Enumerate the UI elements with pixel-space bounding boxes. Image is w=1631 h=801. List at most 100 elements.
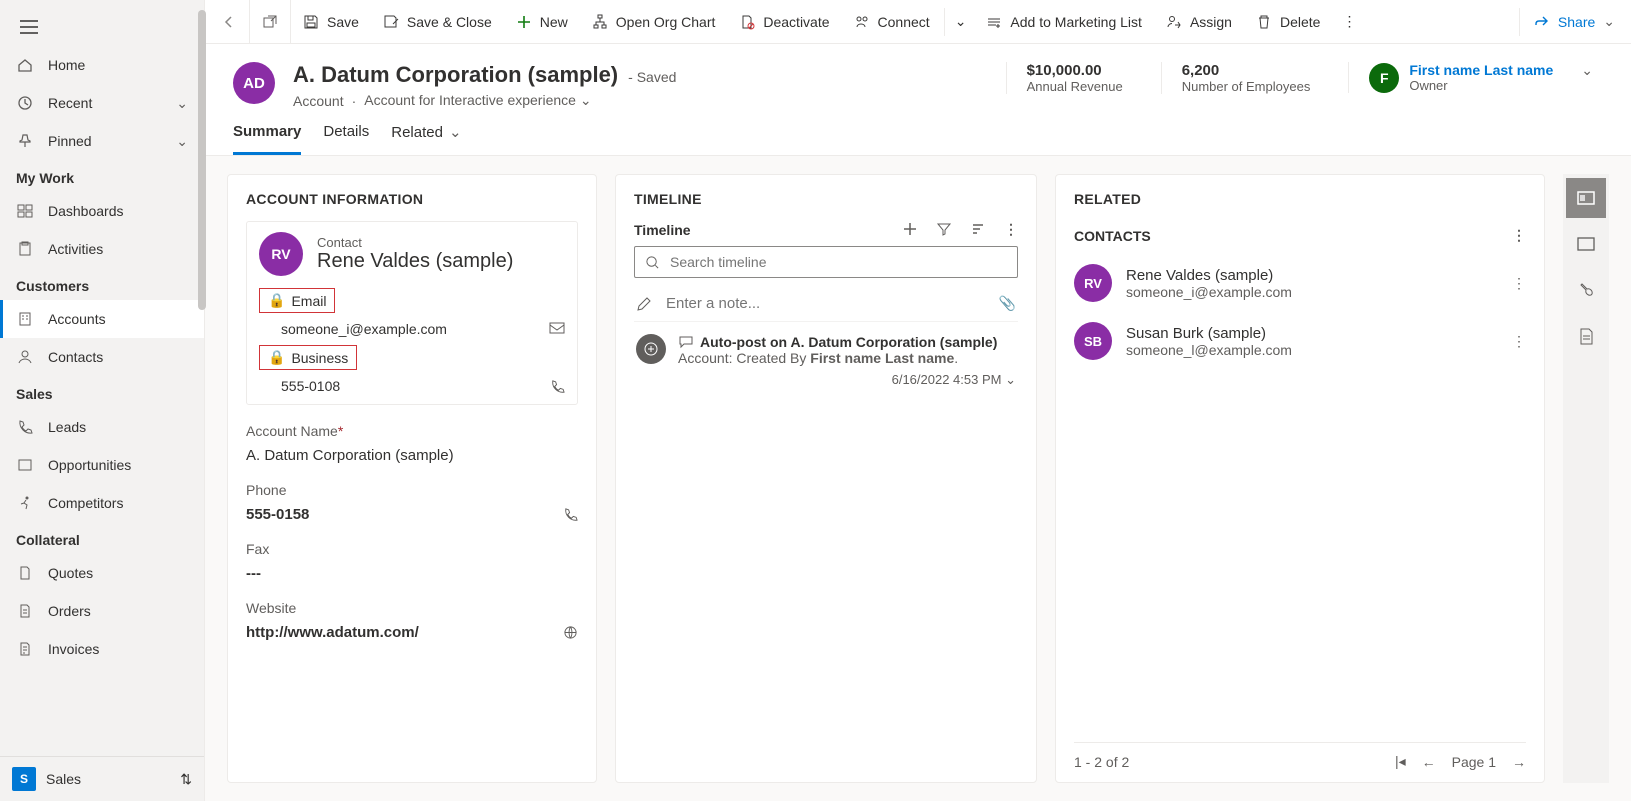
cmd-label: New xyxy=(540,14,568,30)
cmd-overflow[interactable]: ⋮ xyxy=(1332,0,1366,44)
nav-contacts[interactable]: Contacts xyxy=(0,338,204,376)
nav-accounts[interactable]: Accounts xyxy=(0,300,204,338)
form-selector[interactable]: Account for Interactive experience ⌄ xyxy=(364,92,591,109)
nav-recent[interactable]: Recent ⌄ xyxy=(0,84,204,122)
pager-first[interactable]: |◂ xyxy=(1395,753,1406,770)
cmd-marketing-list[interactable]: Add to Marketing List xyxy=(974,0,1154,44)
area-badge: S xyxy=(12,767,36,791)
nav-invoices[interactable]: Invoices xyxy=(0,630,204,668)
nav-label: Activities xyxy=(48,241,103,257)
nav-orders[interactable]: Orders xyxy=(0,592,204,630)
cmd-connect-split[interactable]: ⌄ xyxy=(947,0,975,44)
clipboard-icon xyxy=(16,240,34,258)
hamburger-menu[interactable] xyxy=(0,8,204,46)
cmd-share[interactable]: Share ⌄ xyxy=(1522,0,1627,44)
related-item-more[interactable]: ⋮ xyxy=(1512,333,1526,350)
panel-account-info: ACCOUNT INFORMATION RV Contact Rene Vald… xyxy=(227,174,597,783)
chevron-down-icon[interactable]: ⌄ xyxy=(1005,372,1016,387)
nav-group-title: Collateral xyxy=(0,522,204,554)
field-fax[interactable]: Fax --- xyxy=(246,541,578,582)
tab-related[interactable]: Related⌄ xyxy=(391,123,461,155)
timeline-search-input[interactable] xyxy=(668,253,1007,271)
panel-title: ACCOUNT INFORMATION xyxy=(246,191,578,207)
contact-business-label: 🔒 Business xyxy=(259,345,357,370)
nav-home[interactable]: Home xyxy=(0,46,204,84)
contact-label: Contact xyxy=(317,235,513,250)
field-value: --- xyxy=(246,565,578,582)
cmd-org-chart[interactable]: Open Org Chart xyxy=(580,0,728,44)
cmd-deactivate[interactable]: Deactivate xyxy=(727,0,841,44)
rail-panel[interactable] xyxy=(1566,224,1606,264)
phone-icon[interactable] xyxy=(550,379,565,394)
rail-tools[interactable] xyxy=(1566,270,1606,310)
nav-group-title: Customers xyxy=(0,268,204,300)
contact-name[interactable]: Rene Valdes (sample) xyxy=(317,250,513,273)
rail-documents[interactable] xyxy=(1566,316,1606,356)
timeline-item-sub: Account: Created By First name Last name… xyxy=(678,350,1016,366)
deactivate-icon xyxy=(739,14,755,30)
nav-opportunities[interactable]: Opportunities xyxy=(0,446,204,484)
phone-icon[interactable] xyxy=(563,507,578,522)
related-item-more[interactable]: ⋮ xyxy=(1512,275,1526,292)
cmd-save-close[interactable]: Save & Close xyxy=(371,0,504,44)
related-pager: 1 - 2 of 2 |◂ ← Page 1 → xyxy=(1074,742,1526,770)
updown-icon: ⇅ xyxy=(180,771,192,788)
field-website[interactable]: Website http://www.adatum.com/ xyxy=(246,600,578,641)
timeline-more[interactable]: ⋮ xyxy=(1004,221,1018,238)
contact-business-value[interactable]: 555-0108 xyxy=(259,378,340,394)
popout-button[interactable] xyxy=(250,0,291,44)
sidebar: Home Recent ⌄ Pinned ⌄ My Work Dashboard… xyxy=(0,0,205,801)
timeline-search[interactable] xyxy=(634,246,1018,278)
cmd-label: Deactivate xyxy=(763,14,829,30)
timeline-add[interactable] xyxy=(902,221,918,238)
record-avatar: AD xyxy=(233,62,275,104)
cmd-label: Add to Marketing List xyxy=(1010,14,1142,30)
timeline-sort[interactable] xyxy=(970,221,986,238)
nav-label: Orders xyxy=(48,603,91,619)
cmd-delete[interactable]: Delete xyxy=(1244,0,1332,44)
chat-icon xyxy=(678,335,694,349)
nav-dashboards[interactable]: Dashboards xyxy=(0,192,204,230)
nav-competitors[interactable]: Competitors xyxy=(0,484,204,522)
tab-summary[interactable]: Summary xyxy=(233,123,301,155)
cmd-connect[interactable]: Connect xyxy=(842,0,942,44)
nav-quotes[interactable]: Quotes xyxy=(0,554,204,592)
save-icon xyxy=(303,14,319,30)
cmd-save[interactable]: Save xyxy=(291,0,371,44)
related-contact-item[interactable]: SB Susan Burk (sample) someone_l@example… xyxy=(1074,312,1526,370)
rail-assistant[interactable] xyxy=(1566,178,1606,218)
back-button[interactable] xyxy=(209,0,250,44)
nav-leads[interactable]: Leads xyxy=(0,408,204,446)
nav-label: Home xyxy=(48,57,85,73)
nav-activities[interactable]: Activities xyxy=(0,230,204,268)
home-icon xyxy=(16,56,34,74)
header-expand[interactable]: ⌄ xyxy=(1571,62,1603,79)
pager-next[interactable]: → xyxy=(1512,754,1526,770)
timeline-note-row[interactable]: 📎 xyxy=(634,286,1018,322)
contact-email-value[interactable]: someone_i@example.com xyxy=(259,321,447,337)
chevron-down-icon: ⌄ xyxy=(176,95,188,112)
pager-prev[interactable]: ← xyxy=(1422,754,1436,770)
sidebar-scrollbar[interactable] xyxy=(198,0,206,801)
saved-indicator: - Saved xyxy=(628,69,676,85)
globe-icon[interactable] xyxy=(563,625,578,640)
cmd-new[interactable]: New xyxy=(504,0,580,44)
field-account-name[interactable]: Account Name* A. Datum Corporation (samp… xyxy=(246,423,578,464)
cmd-assign[interactable]: Assign xyxy=(1154,0,1244,44)
nav-pinned[interactable]: Pinned ⌄ xyxy=(0,122,204,160)
sidebar-area-switcher[interactable]: S Sales ⇅ xyxy=(0,756,204,801)
search-icon xyxy=(645,255,660,270)
related-contact-item[interactable]: RV Rene Valdes (sample) someone_i@exampl… xyxy=(1074,254,1526,312)
mail-card-icon[interactable] xyxy=(549,322,565,336)
related-section-more[interactable]: ⋮ xyxy=(1512,227,1526,244)
tab-details[interactable]: Details xyxy=(323,123,369,155)
timeline-note-input[interactable] xyxy=(664,294,987,313)
chevron-down-icon: ⌄ xyxy=(580,92,592,108)
attachment-icon[interactable]: 📎 xyxy=(999,295,1016,312)
header-owner[interactable]: F First name Last name Owner xyxy=(1348,62,1553,93)
timeline-item[interactable]: Auto-post on A. Datum Corporation (sampl… xyxy=(634,322,1018,400)
document-icon xyxy=(16,564,34,582)
timeline-filter[interactable] xyxy=(936,221,952,238)
nav-label: Pinned xyxy=(48,133,92,149)
field-phone[interactable]: Phone 555-0158 xyxy=(246,482,578,523)
